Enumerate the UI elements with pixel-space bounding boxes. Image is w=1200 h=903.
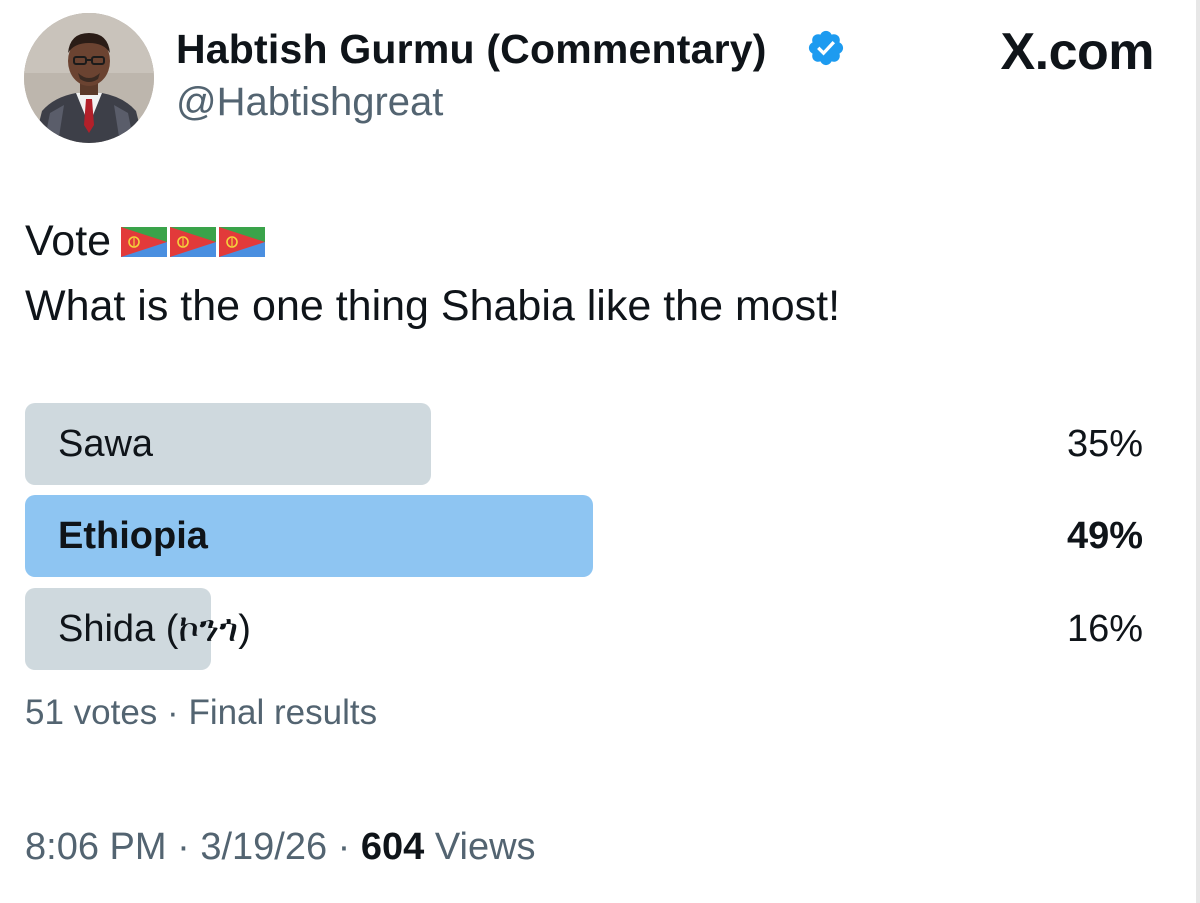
poll-option-sawa[interactable]: Sawa 35% xyxy=(25,403,1143,485)
screen-edge xyxy=(1196,0,1200,903)
poll-option-percent: 35% xyxy=(1066,423,1143,465)
poll-option-label: Ethiopia xyxy=(58,515,208,557)
poll-status: Final results xyxy=(188,693,378,732)
tweet-text-line1: Vote xyxy=(25,217,266,266)
tweet-vote-word: Vote xyxy=(25,217,112,265)
tweet-question: What is the one thing Shabia like the mo… xyxy=(25,282,841,330)
tweet-time: 8:06 PM xyxy=(25,826,167,868)
poll-meta: 51 votes · Final results xyxy=(25,693,377,733)
poll-option-shida[interactable]: Shida (ኮንጎ) 16% xyxy=(25,588,1143,670)
verified-badge-icon[interactable] xyxy=(806,28,846,68)
views-label: Views xyxy=(434,826,536,868)
flag-emoji-group xyxy=(121,226,266,257)
avatar[interactable] xyxy=(24,13,154,143)
handle[interactable]: @Habtishgreat xyxy=(176,80,443,125)
views-separator: · xyxy=(337,826,351,868)
poll-option-label: Shida (ኮንጎ) xyxy=(58,608,251,650)
poll-vote-count: 51 votes xyxy=(25,693,158,732)
eritrea-flag-icon xyxy=(121,226,168,257)
avatar-photo xyxy=(24,13,154,143)
tweet-date: 3/19/26 xyxy=(200,826,328,868)
poll-option-percent: 16% xyxy=(1066,608,1143,650)
views-count: 604 xyxy=(360,826,425,868)
eritrea-flag-icon xyxy=(170,226,217,257)
poll-separator: · xyxy=(167,693,179,732)
poll-option-ethiopia[interactable]: Ethiopia 49% xyxy=(25,495,1143,577)
poll-option-label: Sawa xyxy=(58,423,154,465)
eritrea-flag-icon xyxy=(219,226,266,257)
brand-logo: X.com xyxy=(1000,23,1154,81)
display-name[interactable]: Habtish Gurmu (Commentary) xyxy=(176,26,767,73)
timestamp-separator: · xyxy=(177,826,190,868)
poll-option-percent: 49% xyxy=(1066,515,1143,557)
tweet-timestamp[interactable]: 8:06 PM · 3/19/26 · 604 Views xyxy=(25,826,536,869)
